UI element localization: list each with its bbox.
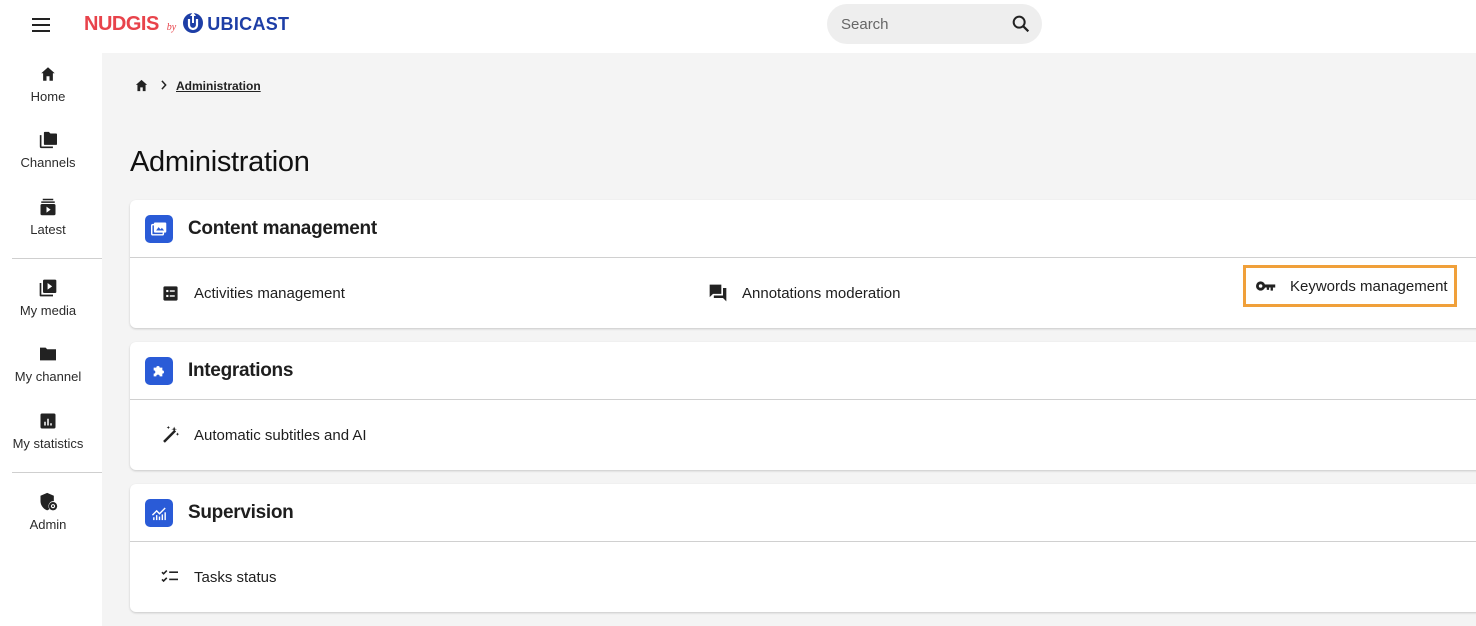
sidebar-item-label: Latest: [30, 222, 66, 237]
sidebar-item-home[interactable]: Home: [0, 63, 96, 104]
logo-brand: NUDGIS: [84, 12, 159, 35]
section-header: Integrations: [130, 342, 1476, 400]
sidebar-item-label: My statistics: [12, 436, 84, 451]
logo-company: UBICAST: [207, 13, 290, 34]
automatic-subtitles-link[interactable]: Automatic subtitles and AI: [160, 419, 367, 451]
breadcrumb-administration-link[interactable]: Administration: [176, 79, 261, 93]
sidebar-item-label: My channel: [14, 369, 82, 384]
tasks-status-link[interactable]: Tasks status: [160, 561, 277, 593]
sidebar-item-admin[interactable]: Admin: [0, 491, 96, 532]
my-media-icon: [37, 277, 59, 299]
top-bar: NUDGIS by UBICAST: [0, 0, 1476, 53]
sidebar-divider: [12, 472, 102, 473]
section-title: Integrations: [188, 359, 294, 381]
activities-management-link[interactable]: Activities management: [160, 277, 345, 309]
section-header: Supervision: [130, 484, 1476, 542]
content-management-icon: [145, 214, 173, 243]
sidebar-item-channels[interactable]: Channels: [0, 129, 96, 170]
keywords-management-link[interactable]: Keywords management: [1243, 265, 1457, 307]
sidebar-item-my-media[interactable]: My media: [0, 277, 96, 318]
section-title: Content management: [188, 217, 377, 239]
key-icon: [1256, 276, 1276, 296]
main-content: Administration Administration Content ma…: [102, 53, 1476, 626]
folder-icon: [37, 343, 59, 365]
statistics-icon: [37, 410, 59, 432]
section-integrations: Integrations Automatic subtitles and AI: [130, 342, 1476, 470]
sidebar-item-my-statistics[interactable]: My statistics: [0, 410, 96, 451]
search-bar: [827, 4, 1042, 44]
channels-icon: [37, 129, 59, 151]
section-body: Tasks status: [130, 542, 1476, 611]
search-icon[interactable]: [1010, 13, 1032, 35]
annotations-moderation-link[interactable]: Annotations moderation: [708, 277, 900, 309]
sidebar-item-label: Admin: [29, 517, 67, 532]
section-body: Activities management Annotations modera…: [130, 258, 1476, 327]
page-title: Administration: [130, 146, 310, 178]
home-icon: [37, 63, 59, 85]
sidebar: Home Channels Latest My media My channel…: [0, 53, 102, 626]
sidebar-item-latest[interactable]: Latest: [0, 196, 96, 237]
sidebar-item-my-channel[interactable]: My channel: [0, 343, 96, 384]
analytics-icon: [145, 498, 173, 527]
sidebar-item-label: Home: [30, 89, 66, 104]
sidebar-item-label: Channels: [20, 155, 76, 170]
sidebar-item-label: My media: [19, 303, 77, 318]
breadcrumb: Administration: [134, 77, 261, 95]
item-label: Keywords management: [1290, 277, 1448, 295]
checklist-icon: [160, 567, 180, 587]
chevron-right-icon: [160, 79, 168, 93]
latest-icon: [37, 196, 59, 218]
section-header: Content management: [130, 200, 1476, 258]
list-icon: [160, 283, 180, 303]
admin-shield-icon: [37, 491, 59, 513]
forum-icon: [708, 283, 728, 303]
magic-wand-icon: [160, 425, 180, 445]
section-supervision: Supervision Tasks status: [130, 484, 1476, 612]
sidebar-divider: [12, 258, 102, 259]
item-label: Annotations moderation: [742, 284, 901, 302]
ubicast-logo-icon: [182, 10, 204, 39]
logo-by: by: [166, 21, 177, 33]
item-label: Automatic subtitles and AI: [194, 426, 367, 444]
section-body: Automatic subtitles and AI: [130, 400, 1476, 469]
menu-icon[interactable]: [28, 12, 54, 38]
search-input[interactable]: [841, 15, 1001, 33]
item-label: Tasks status: [194, 568, 277, 586]
item-label: Activities management: [194, 284, 345, 302]
breadcrumb-home-icon[interactable]: [134, 78, 150, 94]
section-content-management: Content management Activities management…: [130, 200, 1476, 328]
logo[interactable]: NUDGIS by UBICAST: [84, 9, 289, 39]
section-title: Supervision: [188, 501, 294, 523]
puzzle-icon: [145, 356, 173, 385]
